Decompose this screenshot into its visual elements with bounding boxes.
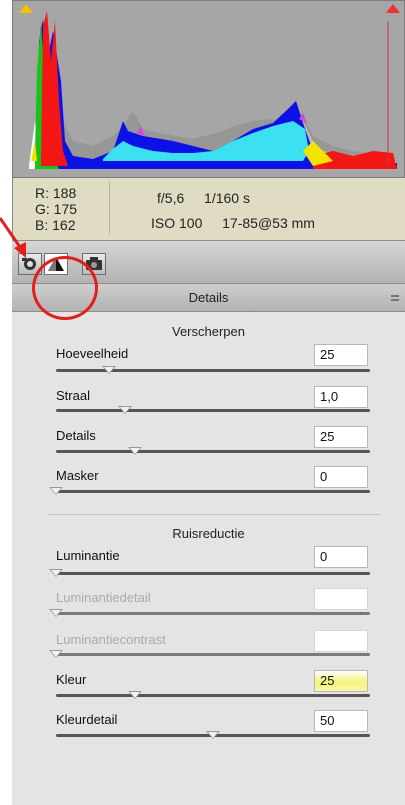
luminance-contrast-label: Luminantiecontrast: [56, 632, 166, 647]
amount-slider-thumb[interactable]: [102, 366, 117, 374]
radius-slider-track[interactable]: [56, 409, 370, 412]
color-detail-field[interactable]: 50: [314, 710, 368, 732]
noise-section-title: Ruisreductie: [172, 526, 245, 541]
exposure-info: f/5,6 1/160 s: [157, 190, 250, 206]
details-slider-track[interactable]: [56, 450, 370, 453]
shadow-clipping-icon[interactable]: [19, 4, 33, 13]
shutter-speed: 1/160 s: [204, 190, 250, 206]
masking-field[interactable]: 0: [314, 466, 368, 488]
info-divider: [109, 182, 110, 234]
details-panel: Verscherpen Hoeveelheid 25 Straal 1,0 De…: [12, 312, 405, 805]
blue-value: B: 162: [35, 217, 76, 233]
aperture: f/5,6: [157, 190, 185, 206]
histogram-graph: [13, 1, 404, 177]
luminance-slider-track[interactable]: [56, 572, 370, 575]
color-slider-track[interactable]: [56, 694, 370, 697]
radius-slider-thumb[interactable]: [118, 406, 133, 414]
red-value: R: 188: [35, 185, 77, 201]
color-detail-slider-thumb[interactable]: [206, 731, 220, 739]
annotation-circle: [32, 256, 98, 320]
details-label: Details: [56, 428, 96, 443]
annotation-arrow: [0, 217, 26, 258]
details-slider-thumb[interactable]: [127, 447, 142, 455]
radius-field[interactable]: 1,0: [314, 386, 368, 408]
color-detail-label: Kleurdetail: [56, 712, 118, 727]
masking-slider-track[interactable]: [56, 490, 370, 493]
amount-field[interactable]: 25: [314, 344, 368, 366]
masking-slider-thumb[interactable]: [49, 487, 63, 495]
luminance-label: Luminantie: [56, 548, 120, 563]
luminance-detail-slider-track: [56, 612, 370, 615]
masking-label: Masker: [56, 468, 99, 483]
amount-label: Hoeveelheid: [56, 346, 129, 361]
luminance-contrast-slider-track: [56, 653, 370, 656]
section-divider: [48, 514, 380, 515]
histogram: [12, 0, 405, 178]
radius-label: Straal: [56, 388, 90, 403]
green-value: G: 175: [35, 201, 78, 217]
color-slider-thumb[interactable]: [127, 691, 142, 699]
luminance-contrast-field: [314, 630, 368, 652]
color-label: Kleur: [56, 672, 87, 687]
luminance-detail-field: [314, 588, 368, 610]
luminance-contrast-slider-thumb: [49, 650, 63, 658]
panel-menu-icon[interactable]: [391, 295, 399, 301]
image-info: R: 188 G: 175 B: 162 f/5,6 1/160 s ISO 1…: [12, 178, 405, 240]
rgb-readout: R: 188 G: 175 B: 162: [35, 185, 77, 233]
color-field[interactable]: 25: [314, 670, 368, 692]
highlight-clipping-icon[interactable]: [386, 4, 400, 13]
lens: 17-85@53 mm: [222, 215, 315, 231]
iso: ISO 100: [151, 215, 203, 231]
iso-lens-info: ISO 100 17-85@53 mm: [151, 215, 315, 231]
sharpen-section-title: Verscherpen: [172, 324, 245, 339]
details-field[interactable]: 25: [314, 426, 368, 448]
luminance-detail-label: Luminantiedetail: [56, 590, 151, 605]
panel-title: Details: [188, 290, 229, 305]
luminance-slider-thumb[interactable]: [49, 569, 63, 577]
luminance-field[interactable]: 0: [314, 546, 368, 568]
luminance-detail-slider-thumb: [49, 609, 63, 617]
